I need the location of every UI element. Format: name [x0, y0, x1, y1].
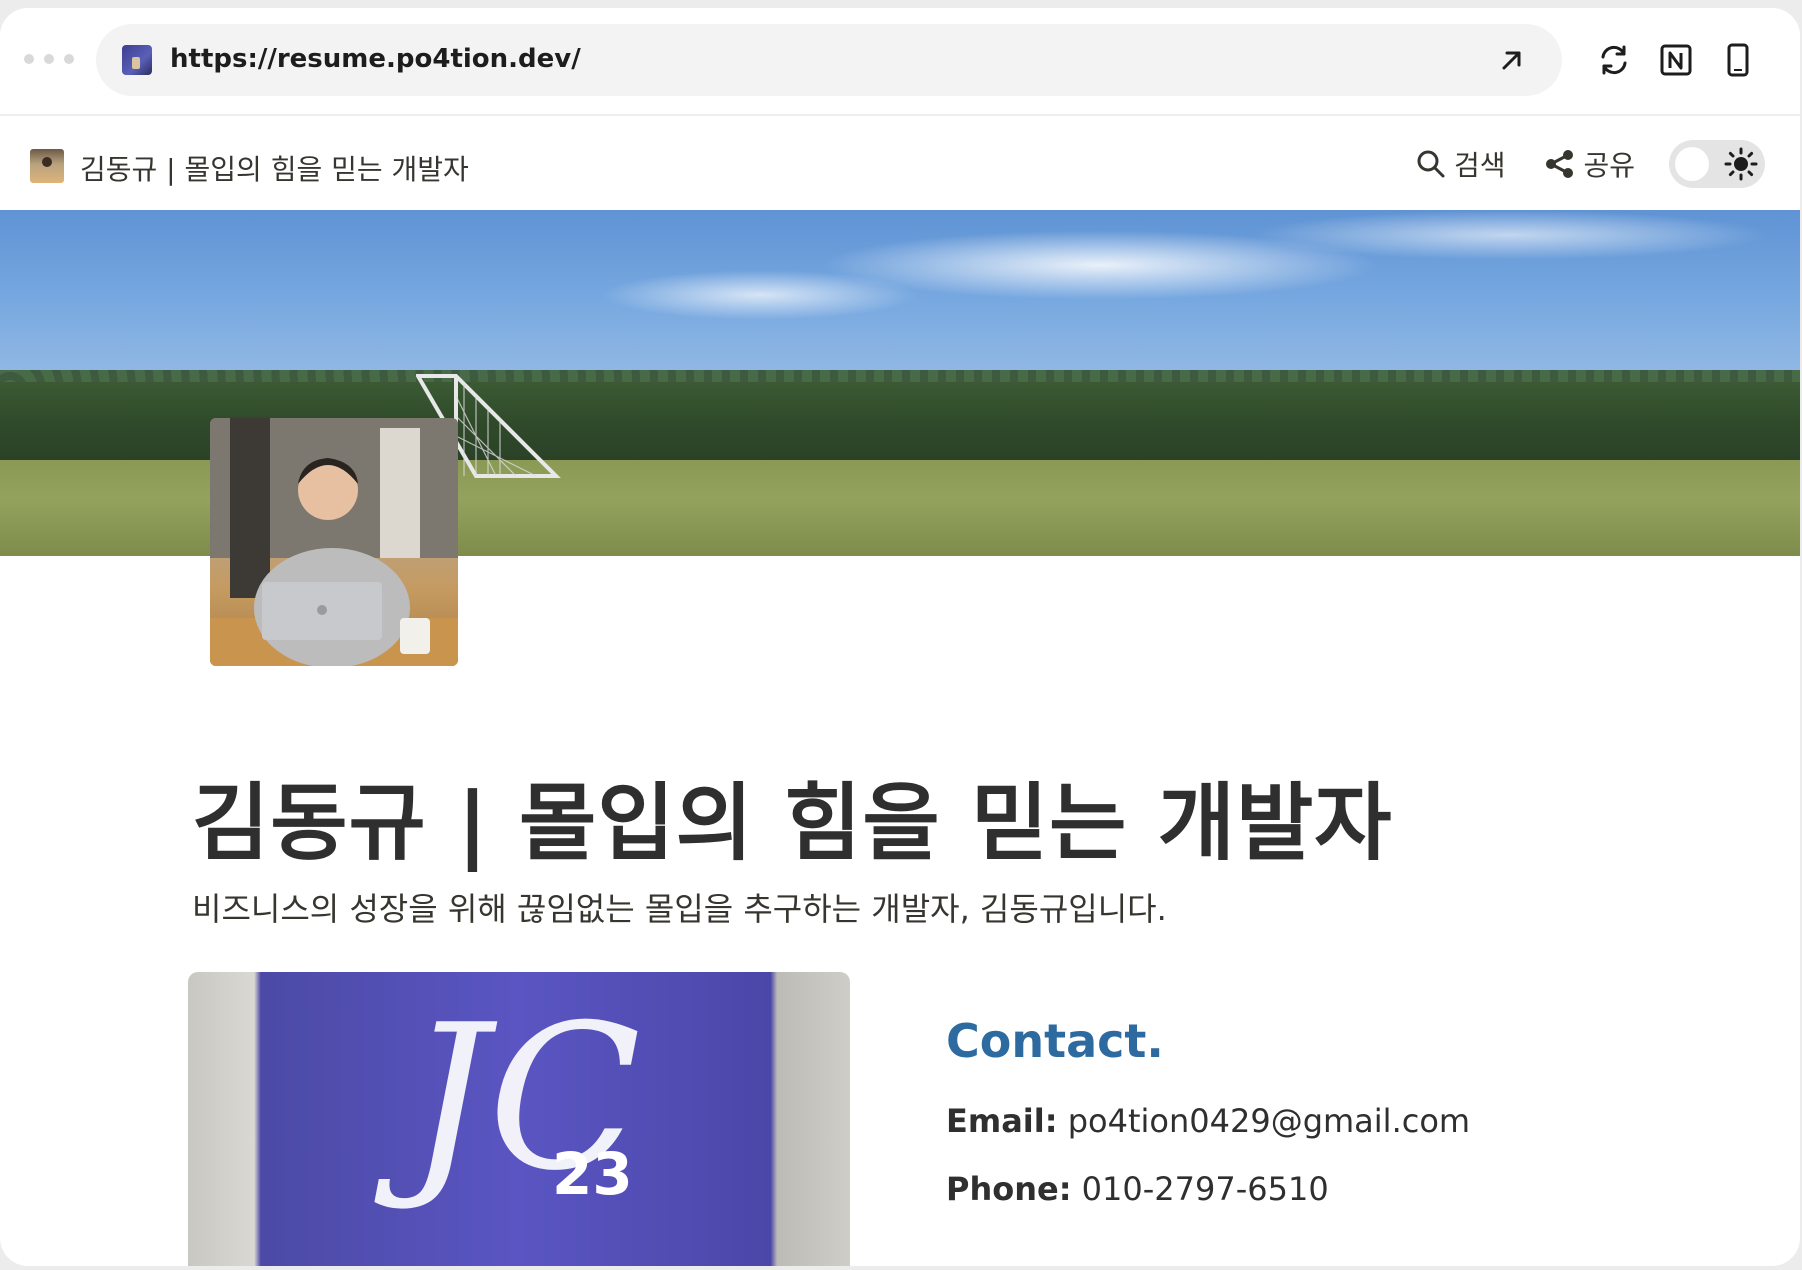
- contact-section: Contact. Email: po4tion0429@gmail.com Ph…: [946, 1014, 1470, 1238]
- sun-icon: [1724, 147, 1758, 181]
- phone-label: Phone:: [946, 1170, 1072, 1208]
- site-favicon: [122, 45, 152, 75]
- banner-number: 23: [552, 1140, 633, 1208]
- browser-window: https://resume.po4tion.dev/ 김동규 | 몰입의 힘을…: [0, 8, 1800, 1266]
- window-dots-icon[interactable]: [24, 54, 74, 64]
- phone-value[interactable]: 010-2797-6510: [1082, 1170, 1329, 1208]
- mobile-icon[interactable]: [1720, 42, 1756, 78]
- search-icon: [1417, 150, 1445, 178]
- theme-toggle[interactable]: [1669, 140, 1766, 188]
- share-label: 공유: [1583, 149, 1636, 182]
- profile-avatar: [210, 418, 458, 666]
- contact-heading: Contact.: [946, 1014, 1164, 1068]
- page-title: 김동규 | 몰입의 힘을 믿는 개발자: [192, 774, 1393, 872]
- open-external-icon[interactable]: [1496, 44, 1528, 76]
- page-icon: [30, 149, 64, 183]
- url-text[interactable]: https://resume.po4tion.dev/: [170, 44, 581, 74]
- notion-icon[interactable]: [1658, 42, 1694, 78]
- search-button[interactable]: 검색: [1416, 144, 1506, 184]
- conference-photo: JC 23: [188, 972, 850, 1266]
- email-value[interactable]: po4tion0429@gmail.com: [1068, 1102, 1470, 1140]
- page-subtitle: 비즈니스의 성장을 위해 끊임없는 몰입을 추구하는 개발자, 김동규입니다.: [192, 890, 1167, 928]
- share-icon: [1545, 150, 1573, 178]
- toggle-knob: [1675, 147, 1710, 181]
- refresh-icon[interactable]: [1596, 42, 1632, 78]
- page-header-bar: 김동규 | 몰입의 힘을 믿는 개발자 검색 공유: [0, 116, 1800, 212]
- share-button[interactable]: 공유: [1544, 144, 1636, 184]
- breadcrumb[interactable]: 김동규 | 몰입의 힘을 믿는 개발자: [80, 148, 469, 188]
- contact-email: Email: po4tion0429@gmail.com: [946, 1102, 1470, 1140]
- email-label: Email:: [946, 1102, 1058, 1140]
- browser-toolbar: https://resume.po4tion.dev/: [0, 8, 1800, 116]
- address-bar[interactable]: https://resume.po4tion.dev/: [96, 24, 1562, 96]
- search-label: 검색: [1454, 149, 1506, 182]
- contact-phone: Phone: 010-2797-6510: [946, 1170, 1470, 1208]
